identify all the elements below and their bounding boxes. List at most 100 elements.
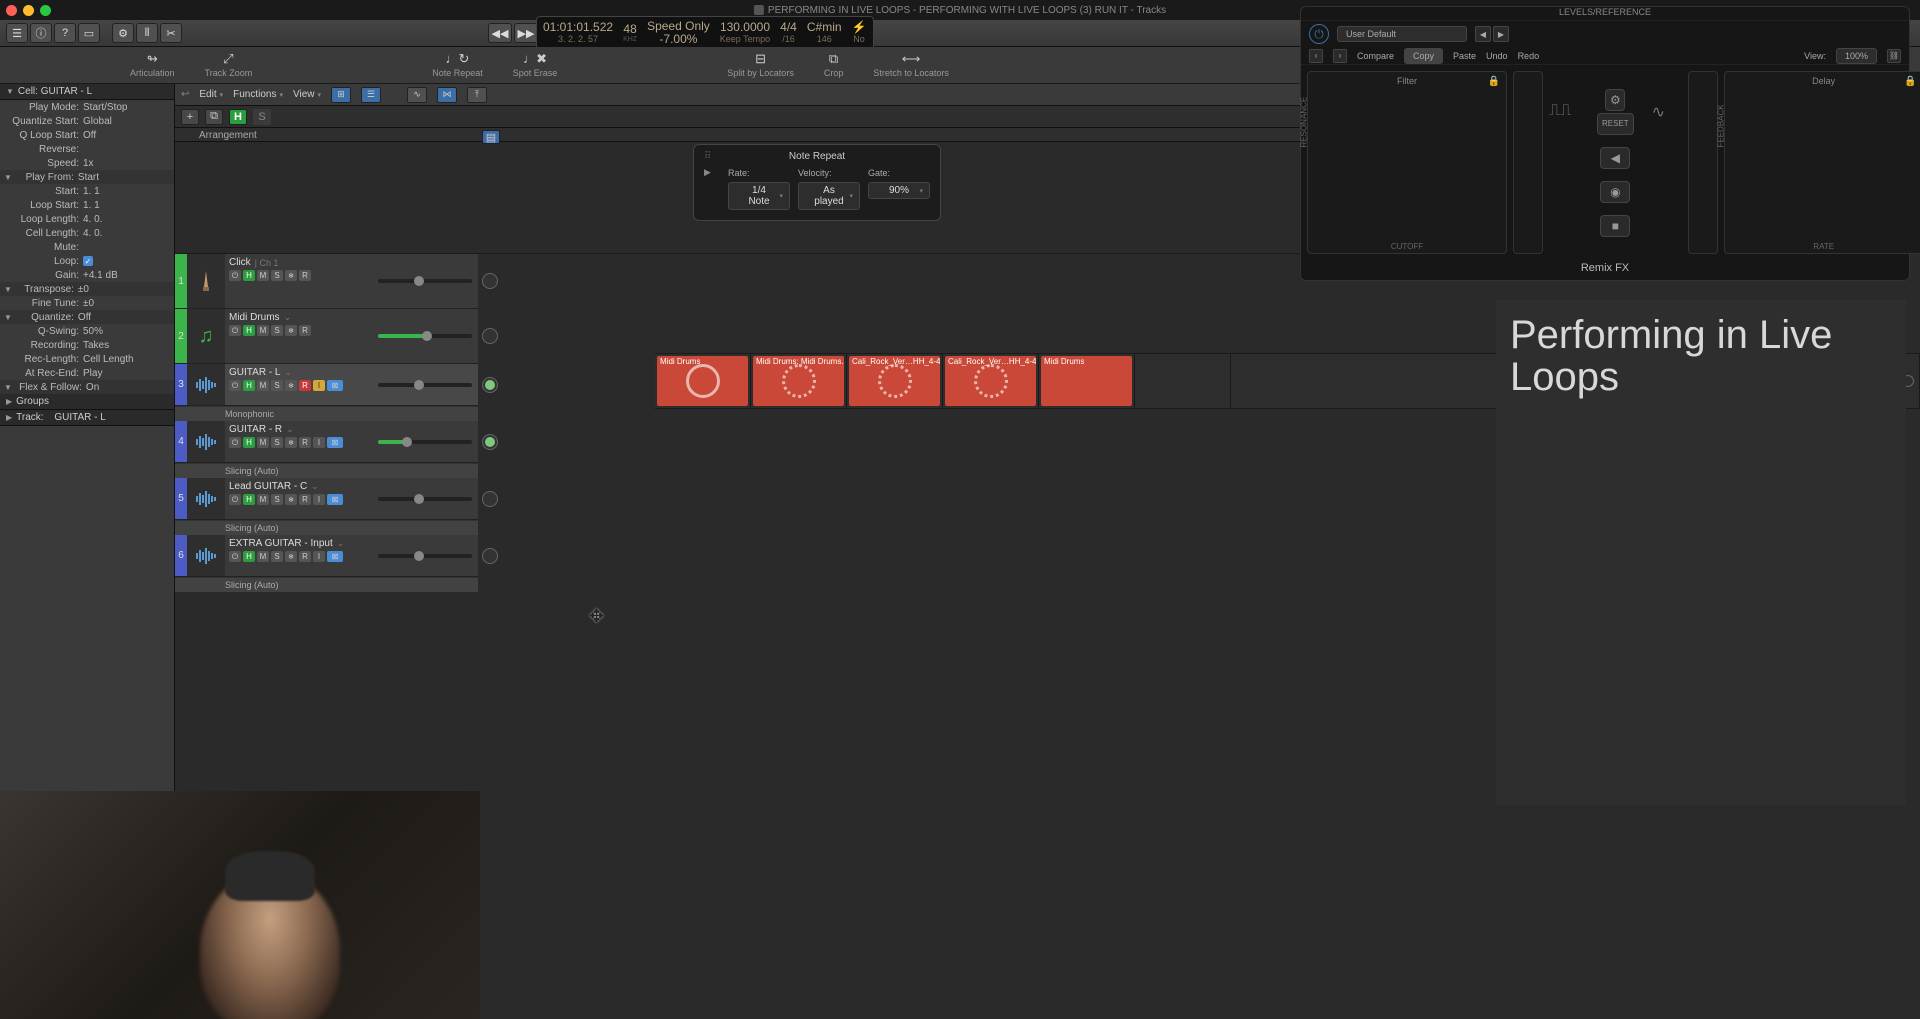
quick-help-button[interactable]: ?	[54, 23, 76, 43]
undo-button[interactable]: Undo	[1486, 51, 1508, 61]
freeze-button[interactable]: ❄	[285, 380, 297, 391]
volume-slider[interactable]	[378, 497, 472, 501]
mute-button[interactable]: M	[257, 380, 269, 391]
power-button[interactable]: ⏻	[229, 270, 241, 281]
pan-knob[interactable]	[482, 548, 498, 564]
prop-play-mode[interactable]: Play Mode:Start/Stop	[0, 100, 174, 114]
scratch-button[interactable]: ◉	[1600, 181, 1630, 203]
prop-transpose[interactable]: ▼Transpose:±0	[0, 282, 174, 296]
record-arm-button[interactable]: R	[299, 551, 311, 562]
functions-menu[interactable]: Functions	[233, 89, 283, 100]
solo-button[interactable]: S	[271, 494, 283, 505]
power-button[interactable]: ⏻	[229, 494, 241, 505]
solo-button[interactable]: S	[271, 270, 283, 281]
compare-button[interactable]: Compare	[1357, 51, 1394, 61]
smart-controls-button[interactable]: ⚙	[112, 23, 134, 43]
pan-knob[interactable]	[482, 434, 498, 450]
pan-knob[interactable]	[482, 328, 498, 344]
reverse-button[interactable]: ◀	[1600, 147, 1630, 169]
input-format-button[interactable]: ⊠	[327, 380, 343, 391]
freeze-button[interactable]: ❄	[285, 270, 297, 281]
prop-q-loop-start[interactable]: Q Loop Start:Off	[0, 128, 174, 142]
track-name[interactable]: EXTRA GUITAR - Input ⌄	[229, 538, 474, 549]
live-loop-cell[interactable]: Midi Drums	[655, 354, 751, 408]
mute-button[interactable]: M	[257, 551, 269, 562]
track-number[interactable]: 2	[175, 309, 187, 363]
prop-rec-length[interactable]: Rec-Length:Cell Length	[0, 352, 174, 366]
track-number[interactable]: 1	[175, 254, 187, 308]
mute-button[interactable]: M	[257, 494, 269, 505]
hide-button[interactable]: H	[243, 551, 255, 562]
inspector-button[interactable]: ⓘ	[30, 23, 52, 43]
track-icon[interactable]: ♫	[187, 309, 225, 363]
prop-loop-start[interactable]: Loop Start:1. 1	[0, 198, 174, 212]
freeze-button[interactable]: ❄	[285, 325, 297, 336]
gater-icon[interactable]: ⎍⎍	[1549, 102, 1579, 122]
track-name[interactable]: GUITAR - L ⌄	[229, 367, 474, 378]
spot-erase-button[interactable]: ♩✖Spot Erase	[513, 52, 558, 78]
plugin-forward[interactable]: ›	[1333, 49, 1347, 63]
hide-button[interactable]: H	[243, 325, 255, 336]
volume-slider[interactable]	[378, 279, 472, 283]
volume-slider[interactable]	[378, 334, 472, 338]
track-3[interactable]: 3GUITAR - L ⌄⏻HMS❄RI⊠	[175, 364, 478, 406]
prop-gain[interactable]: Gain:+4.1 dB	[0, 268, 174, 282]
prop-mute[interactable]: Mute:	[0, 240, 174, 254]
cell-inspector-header[interactable]: ▼Cell: GUITAR - L	[0, 84, 174, 100]
mute-button[interactable]: M	[257, 270, 269, 281]
add-track-button[interactable]: +	[181, 109, 199, 125]
tape-stop-button[interactable]: ■	[1600, 215, 1630, 237]
plugin-back[interactable]: ‹	[1309, 49, 1323, 63]
pan-knob[interactable]	[482, 377, 498, 393]
track-icon[interactable]	[187, 254, 225, 308]
tracks-view[interactable]: ☰	[361, 87, 381, 103]
groups-header[interactable]: ▶Groups	[0, 394, 174, 410]
prop-quantize[interactable]: ▼Quantize:Off	[0, 310, 174, 324]
global-solo-button[interactable]: S	[253, 109, 271, 125]
track-number[interactable]: 4	[175, 421, 187, 462]
live-loop-cell[interactable]: Midi Drums: Midi Drums.2	[751, 354, 847, 408]
track-name[interactable]: Lead GUITAR - C ⌄	[229, 481, 474, 492]
track-5[interactable]: 5Lead GUITAR - C ⌄⏻HMS❄RI⊠	[175, 478, 478, 520]
scene-list-button[interactable]: ▤	[482, 130, 500, 144]
link-button[interactable]: ⛓	[1887, 49, 1901, 63]
input-format-button[interactable]: ⊠	[327, 494, 343, 505]
prop-flex[interactable]: ▼Flex & Follow:On	[0, 380, 174, 394]
reset-button[interactable]: RESET	[1597, 113, 1634, 135]
track-6[interactable]: 6EXTRA GUITAR - Input ⌄⏻HMS❄RI⊠	[175, 535, 478, 577]
pan-knob[interactable]	[482, 491, 498, 507]
track-name[interactable]: Midi Drums ⌄	[229, 312, 474, 323]
record-arm-button[interactable]: R	[299, 270, 311, 281]
prop-quantize-start[interactable]: Quantize Start:Global	[0, 114, 174, 128]
minimize-window[interactable]	[23, 5, 34, 16]
solo-button[interactable]: S	[271, 551, 283, 562]
prop-play-from[interactable]: ▼Play From:Start	[0, 170, 174, 184]
stretch-button[interactable]: ⟷Stretch to Locators	[873, 52, 949, 78]
track-name[interactable]: GUITAR - R ⌄	[229, 424, 474, 435]
solo-button[interactable]: S	[271, 437, 283, 448]
catch-button[interactable]: ⤒	[467, 87, 487, 103]
prop-recording[interactable]: Recording:Takes	[0, 338, 174, 352]
prop-cell-length[interactable]: Cell Length:4. 0.	[0, 226, 174, 240]
global-hide-button[interactable]: H	[229, 109, 247, 125]
hide-button[interactable]: H	[243, 270, 255, 281]
plugin-power-button[interactable]: ⏻	[1309, 24, 1329, 44]
duplicate-track-button[interactable]: ⧉	[205, 109, 223, 125]
input-monitor-button[interactable]: I	[313, 494, 325, 505]
fader-2[interactable]	[1688, 71, 1718, 254]
live-loop-cell[interactable]: Midi Drums	[1039, 354, 1135, 408]
track-icon[interactable]	[187, 478, 225, 519]
toolbar-button[interactable]: ▭	[78, 23, 100, 43]
prop-rec-end[interactable]: At Rec-End:Play	[0, 366, 174, 380]
mixer-button[interactable]: ⫴	[136, 23, 158, 43]
preset-next[interactable]: ▶	[1493, 26, 1509, 42]
freeze-button[interactable]: ❄	[285, 551, 297, 562]
copy-button[interactable]: Copy	[1404, 48, 1443, 64]
lock-icon[interactable]: 🔒	[1488, 76, 1500, 87]
flex-mode-row[interactable]: Monophonic	[175, 406, 478, 421]
track-icon[interactable]	[187, 421, 225, 462]
edit-menu[interactable]: Edit	[199, 89, 223, 100]
remix-fx-window[interactable]: LEVELS/REFERENCE ⏻ User Default ◀ ▶ ‹ › …	[1300, 6, 1910, 281]
note-repeat-gate[interactable]: 90%	[868, 182, 930, 199]
preset-prev[interactable]: ◀	[1475, 26, 1491, 42]
